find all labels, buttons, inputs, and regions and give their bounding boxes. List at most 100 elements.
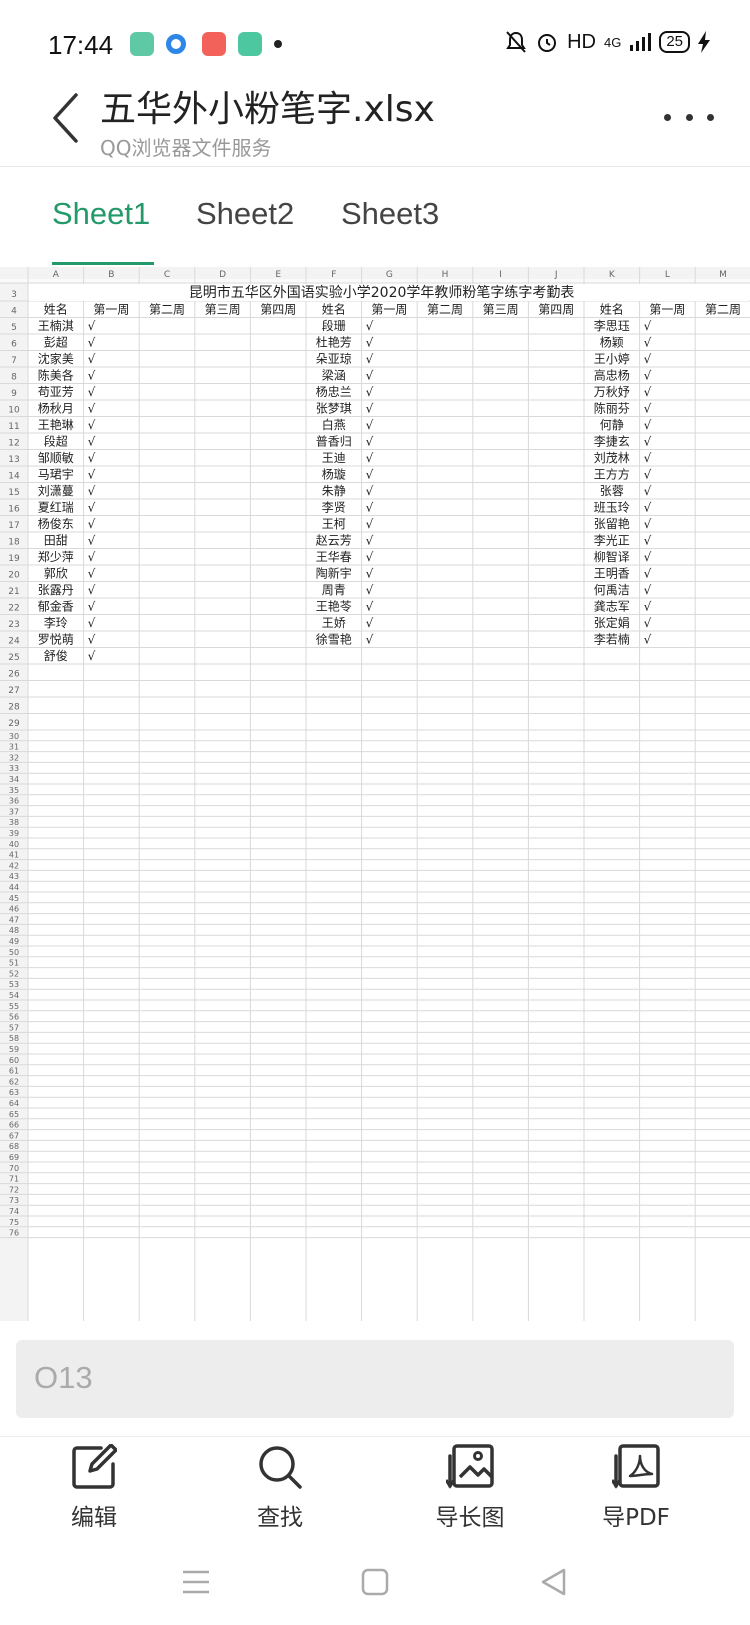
attendance-check-cell: √ — [644, 435, 652, 449]
column-letter: A — [53, 270, 60, 280]
attendance-check-cell: √ — [88, 451, 96, 465]
teacher-name-cell: 张露丹 — [38, 583, 74, 597]
status-time: 17:44 — [48, 30, 114, 60]
teacher-name-cell: 赵云芳 — [316, 534, 352, 548]
nav-back-button[interactable] — [532, 1560, 576, 1604]
attendance-check-cell: √ — [366, 451, 374, 465]
row-number: 17 — [8, 521, 19, 531]
row-number: 44 — [9, 883, 19, 892]
cell-reference-bar[interactable]: O13 — [16, 1340, 734, 1418]
nav-home-button[interactable] — [353, 1560, 397, 1604]
attendance-check-cell: √ — [366, 402, 374, 416]
attendance-check-cell: √ — [366, 567, 374, 581]
attendance-check-cell: √ — [644, 484, 652, 498]
search-label: 查找 — [257, 1505, 303, 1531]
row-number: 43 — [9, 872, 19, 881]
row-number: 73 — [9, 1196, 19, 1205]
attendance-check-cell: √ — [644, 418, 652, 432]
attendance-check-cell: √ — [88, 319, 96, 333]
export-pdf-button[interactable]: 导PDF — [566, 1444, 706, 1554]
attendance-check-cell: √ — [88, 402, 96, 416]
teacher-name-cell: 刘茂林 — [594, 451, 630, 465]
column-header-cell: 第一周 — [93, 303, 129, 317]
row-number: 64 — [9, 1099, 19, 1108]
attendance-check-cell: √ — [366, 336, 374, 350]
row-number: 33 — [9, 764, 19, 773]
long-image-icon — [446, 1444, 494, 1489]
spreadsheet-canvas[interactable]: A B C D E F G H I J K L M345678910111213141516171819… — [0, 267, 750, 1321]
tab-sheet2[interactable]: Sheet2 — [196, 196, 294, 232]
attendance-check-cell: √ — [88, 501, 96, 515]
teacher-name-cell: 周青 — [322, 583, 346, 597]
column-header-cell: 第一周 — [649, 303, 685, 317]
tab-sheet3[interactable]: Sheet3 — [341, 196, 439, 232]
long-image-button[interactable]: 导长图 — [400, 1444, 540, 1554]
more-dot-icon — [664, 113, 671, 121]
teacher-name-cell: 舒俊 — [44, 648, 68, 663]
chevron-left-icon — [53, 93, 78, 143]
row-number: 50 — [9, 948, 19, 957]
row-number: 3 — [11, 290, 17, 300]
file-title: 五华外小粉笔字.xlsx — [100, 89, 435, 130]
teacher-name-cell: 杜艳芳 — [316, 335, 352, 350]
attendance-check-cell: √ — [88, 418, 96, 432]
attendance-check-cell: √ — [366, 468, 374, 482]
attendance-check-cell: √ — [366, 435, 374, 449]
attendance-check-cell: √ — [88, 633, 96, 647]
attendance-check-cell: √ — [644, 352, 652, 366]
tab-sheet1[interactable]: Sheet1 — [52, 196, 150, 232]
row-number: 48 — [9, 926, 19, 935]
toolbar-divider — [0, 1436, 750, 1437]
teacher-name-cell: 万秋妤 — [594, 385, 630, 399]
spreadsheet-grid[interactable]: A B C D E F G H I J K L M 3 4 5 6 7 8 9 10 11 12 13 14 15 16 17 18 19… — [0, 267, 750, 1321]
attendance-check-cell: √ — [366, 633, 374, 647]
browser-app-icon — [166, 34, 186, 54]
teacher-name-cell: 郁金香 — [38, 599, 74, 614]
attendance-check-cell: √ — [88, 616, 96, 630]
teacher-name-cell: 王艳苓 — [316, 599, 352, 614]
row-number: 68 — [9, 1142, 19, 1151]
teacher-name-cell: 田甜 — [44, 534, 68, 548]
attendance-check-cell: √ — [88, 385, 96, 399]
column-letter: C — [164, 270, 170, 280]
edit-button[interactable]: 编辑 — [24, 1444, 164, 1554]
teacher-name-cell: 王方方 — [594, 467, 630, 482]
teacher-name-cell: 刘潇蔓 — [38, 484, 74, 498]
row-number: 15 — [8, 488, 19, 498]
search-button[interactable]: 查找 — [210, 1444, 350, 1554]
row-number: 14 — [8, 472, 20, 482]
attendance-check-cell: √ — [366, 616, 374, 630]
attendance-check-cell: √ — [366, 583, 374, 597]
teacher-name-cell: 李贤 — [322, 500, 346, 515]
teacher-name-cell: 彭超 — [44, 335, 68, 350]
row-number: 37 — [9, 807, 19, 816]
alarm-icon — [538, 34, 557, 52]
teacher-name-cell: 邹顺敏 — [38, 450, 74, 465]
row-number: 66 — [9, 1121, 19, 1130]
active-tab-indicator — [52, 262, 154, 265]
teacher-name-cell: 王迪 — [322, 451, 346, 465]
attendance-check-cell: √ — [366, 369, 374, 383]
row-number: 46 — [9, 905, 19, 914]
teacher-name-cell: 王楠淇 — [38, 318, 74, 333]
row-number: 47 — [9, 915, 19, 924]
more-options-button[interactable] — [664, 102, 714, 132]
row-number: 67 — [9, 1131, 19, 1140]
menu-icon — [183, 1570, 209, 1594]
row-number: 65 — [9, 1110, 19, 1119]
attendance-check-cell: √ — [88, 583, 96, 597]
row-number: 30 — [9, 732, 19, 741]
sheet-title: 昆明市五华区外国语实验小学2020学年教师粉笔字练字考勤表 — [189, 284, 575, 301]
back-button[interactable] — [40, 88, 90, 148]
row-number: 49 — [9, 937, 19, 946]
column-header-cell: 第四周 — [538, 303, 574, 317]
attendance-check-cell: √ — [644, 451, 652, 465]
column-letter: I — [499, 270, 502, 280]
row-number: 69 — [9, 1153, 19, 1162]
teacher-name-cell: 何静 — [600, 418, 624, 432]
signal-type: 4G — [603, 34, 622, 50]
nav-menu-button[interactable] — [174, 1560, 218, 1604]
column-letter: J — [554, 270, 558, 280]
teacher-name-cell: 杨璇 — [322, 467, 346, 482]
attendance-check-cell: √ — [644, 550, 652, 564]
